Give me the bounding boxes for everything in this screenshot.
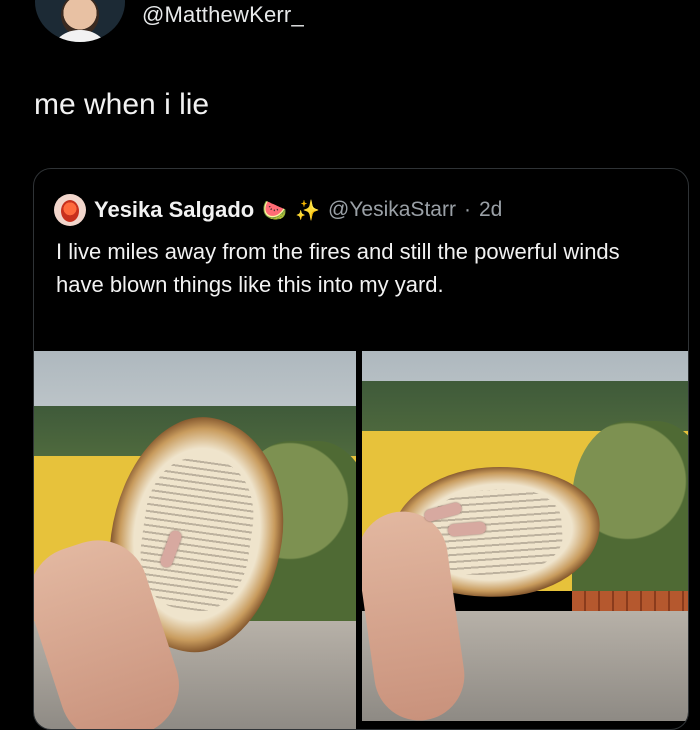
sparkles-icon: ✨ [295, 199, 321, 222]
watermelon-icon: 🍉 [262, 199, 288, 222]
quoted-author-avatar[interactable] [54, 194, 86, 226]
quoted-author-handle[interactable]: @YesikaStarr [328, 198, 456, 222]
avatar-shirt [49, 30, 111, 42]
paper-text-lines [132, 452, 262, 617]
tweet-text: me when i lie [34, 88, 210, 121]
quoted-tweet-text: I live miles away from the fires and sti… [56, 239, 620, 297]
quoted-tweet-card[interactable]: Yesika Salgado 🍉 ✨ @YesikaStarr · 2d I l… [33, 168, 689, 730]
quoted-tweet-header: Yesika Salgado 🍉 ✨ @YesikaStarr · 2d [54, 193, 502, 227]
tweet-photo-left[interactable] [34, 351, 356, 729]
quoted-author-name[interactable]: Yesika Salgado [94, 197, 254, 223]
timestamp-separator: · [463, 198, 471, 221]
author-avatar[interactable] [35, 0, 125, 42]
quoted-tweet-timestamp[interactable]: 2d [479, 198, 502, 222]
tweet-photo-right[interactable] [362, 351, 688, 729]
author-handle[interactable]: @MatthewKerr_ [142, 2, 304, 28]
